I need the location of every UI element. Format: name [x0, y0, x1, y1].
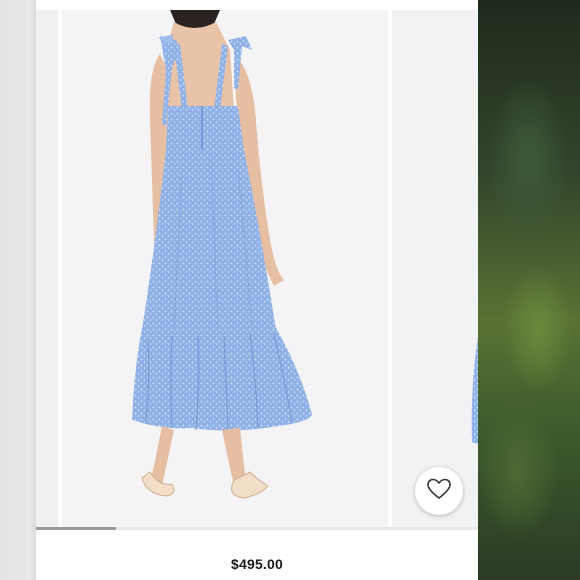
carousel-slide-main[interactable]	[62, 10, 388, 528]
carousel-progress-fill	[36, 527, 116, 530]
listing-price: $495.00	[230, 556, 283, 572]
heart-outline-icon	[426, 477, 452, 506]
photo-carousel[interactable]	[36, 10, 478, 528]
carousel-progress-bar	[36, 527, 478, 530]
product-listing-screen: $495.00	[0, 0, 580, 580]
dress-back-photo	[132, 10, 312, 499]
carousel-slide-next[interactable]	[392, 10, 478, 528]
background-foliage	[478, 0, 580, 580]
like-button[interactable]	[415, 467, 463, 515]
left-edge	[0, 0, 36, 580]
dress-side-photo	[471, 336, 478, 445]
carousel-slide-previous[interactable]	[36, 10, 58, 528]
